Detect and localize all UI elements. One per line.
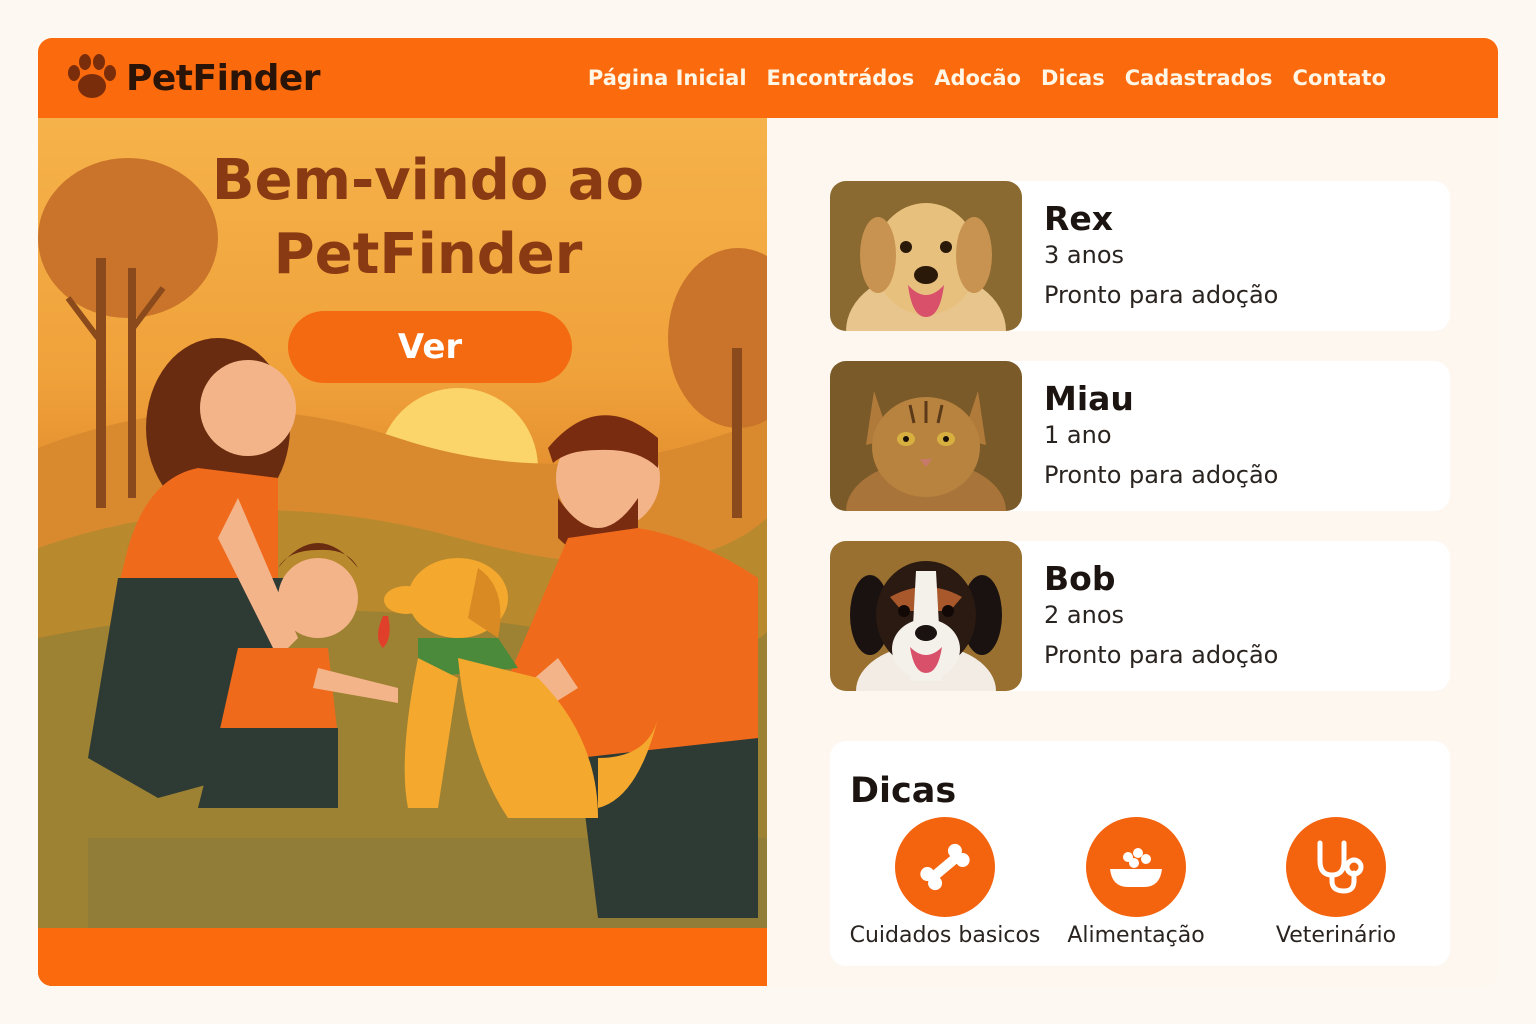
tips-panel: Dicas Cuidados basicos Alimentação Veter…	[830, 741, 1450, 966]
pet-age: 3 anos	[1044, 241, 1125, 269]
tip-alimentacao[interactable]: Alimentação	[1036, 817, 1236, 948]
stethoscope-icon	[1286, 817, 1386, 917]
main-nav: Página Inicial Encontrádos Adocão Dicas …	[588, 38, 1386, 118]
pet-name: Bob	[1044, 559, 1116, 598]
tips-title: Dicas	[850, 771, 957, 811]
hero-title-line1: Bem-vindo ao	[211, 148, 645, 213]
pet-age: 1 ano	[1044, 421, 1112, 449]
hero-banner: Bem-vindo ao PetFinder Ver	[38, 118, 767, 986]
brand-name: PetFinder	[126, 57, 321, 99]
paw-icon	[68, 54, 116, 98]
pet-card-rex[interactable]: Rex 3 anos Pronto para adoção	[830, 181, 1450, 331]
bone-icon	[895, 817, 995, 917]
ver-button[interactable]: Ver	[288, 311, 572, 383]
nav-encontrados[interactable]: Encontrádos	[767, 66, 915, 90]
nav-cadastrados[interactable]: Cadastrados	[1125, 66, 1273, 90]
app-frame: PetFinder Página Inicial Encontrádos Ado…	[38, 38, 1498, 986]
tip-label: Alimentação	[1067, 923, 1205, 948]
hero-title-line2: PetFinder	[273, 222, 583, 287]
miau-photo	[830, 361, 1022, 511]
nav-contato[interactable]: Contato	[1293, 66, 1386, 90]
pet-card-bob[interactable]: Bob 2 anos Pronto para adoção	[830, 541, 1450, 691]
pet-name: Rex	[1044, 199, 1114, 238]
bob-photo	[830, 541, 1022, 691]
rex-photo	[830, 181, 1022, 331]
pet-status: Pronto para adoção	[1044, 641, 1279, 669]
nav-pagina-inicial[interactable]: Página Inicial	[588, 66, 747, 90]
tip-label: Veterinário	[1275, 923, 1397, 948]
hero-title: Bem-vindo ao PetFinder	[138, 144, 718, 292]
food-bowl-icon	[1086, 817, 1186, 917]
pet-card-miau[interactable]: Miau 1 ano Pronto para adoção	[830, 361, 1450, 511]
brand-logo[interactable]: PetFinder	[64, 53, 321, 103]
nav-adocao[interactable]: Adocão	[934, 66, 1021, 90]
pet-name: Miau	[1044, 379, 1134, 418]
tip-cuidados-basicos[interactable]: Cuidados basicos	[845, 817, 1045, 948]
nav-dicas[interactable]: Dicas	[1041, 66, 1105, 90]
pet-status: Pronto para adoção	[1044, 281, 1279, 309]
pet-status: Pronto para adoção	[1044, 461, 1279, 489]
top-navbar: PetFinder Página Inicial Encontrádos Ado…	[38, 38, 1498, 118]
hero-footer-bar	[38, 928, 767, 986]
tip-veterinario[interactable]: Veterinário	[1236, 817, 1436, 948]
tip-label: Cuidados basicos	[849, 923, 1041, 948]
pet-age: 2 anos	[1044, 601, 1125, 629]
